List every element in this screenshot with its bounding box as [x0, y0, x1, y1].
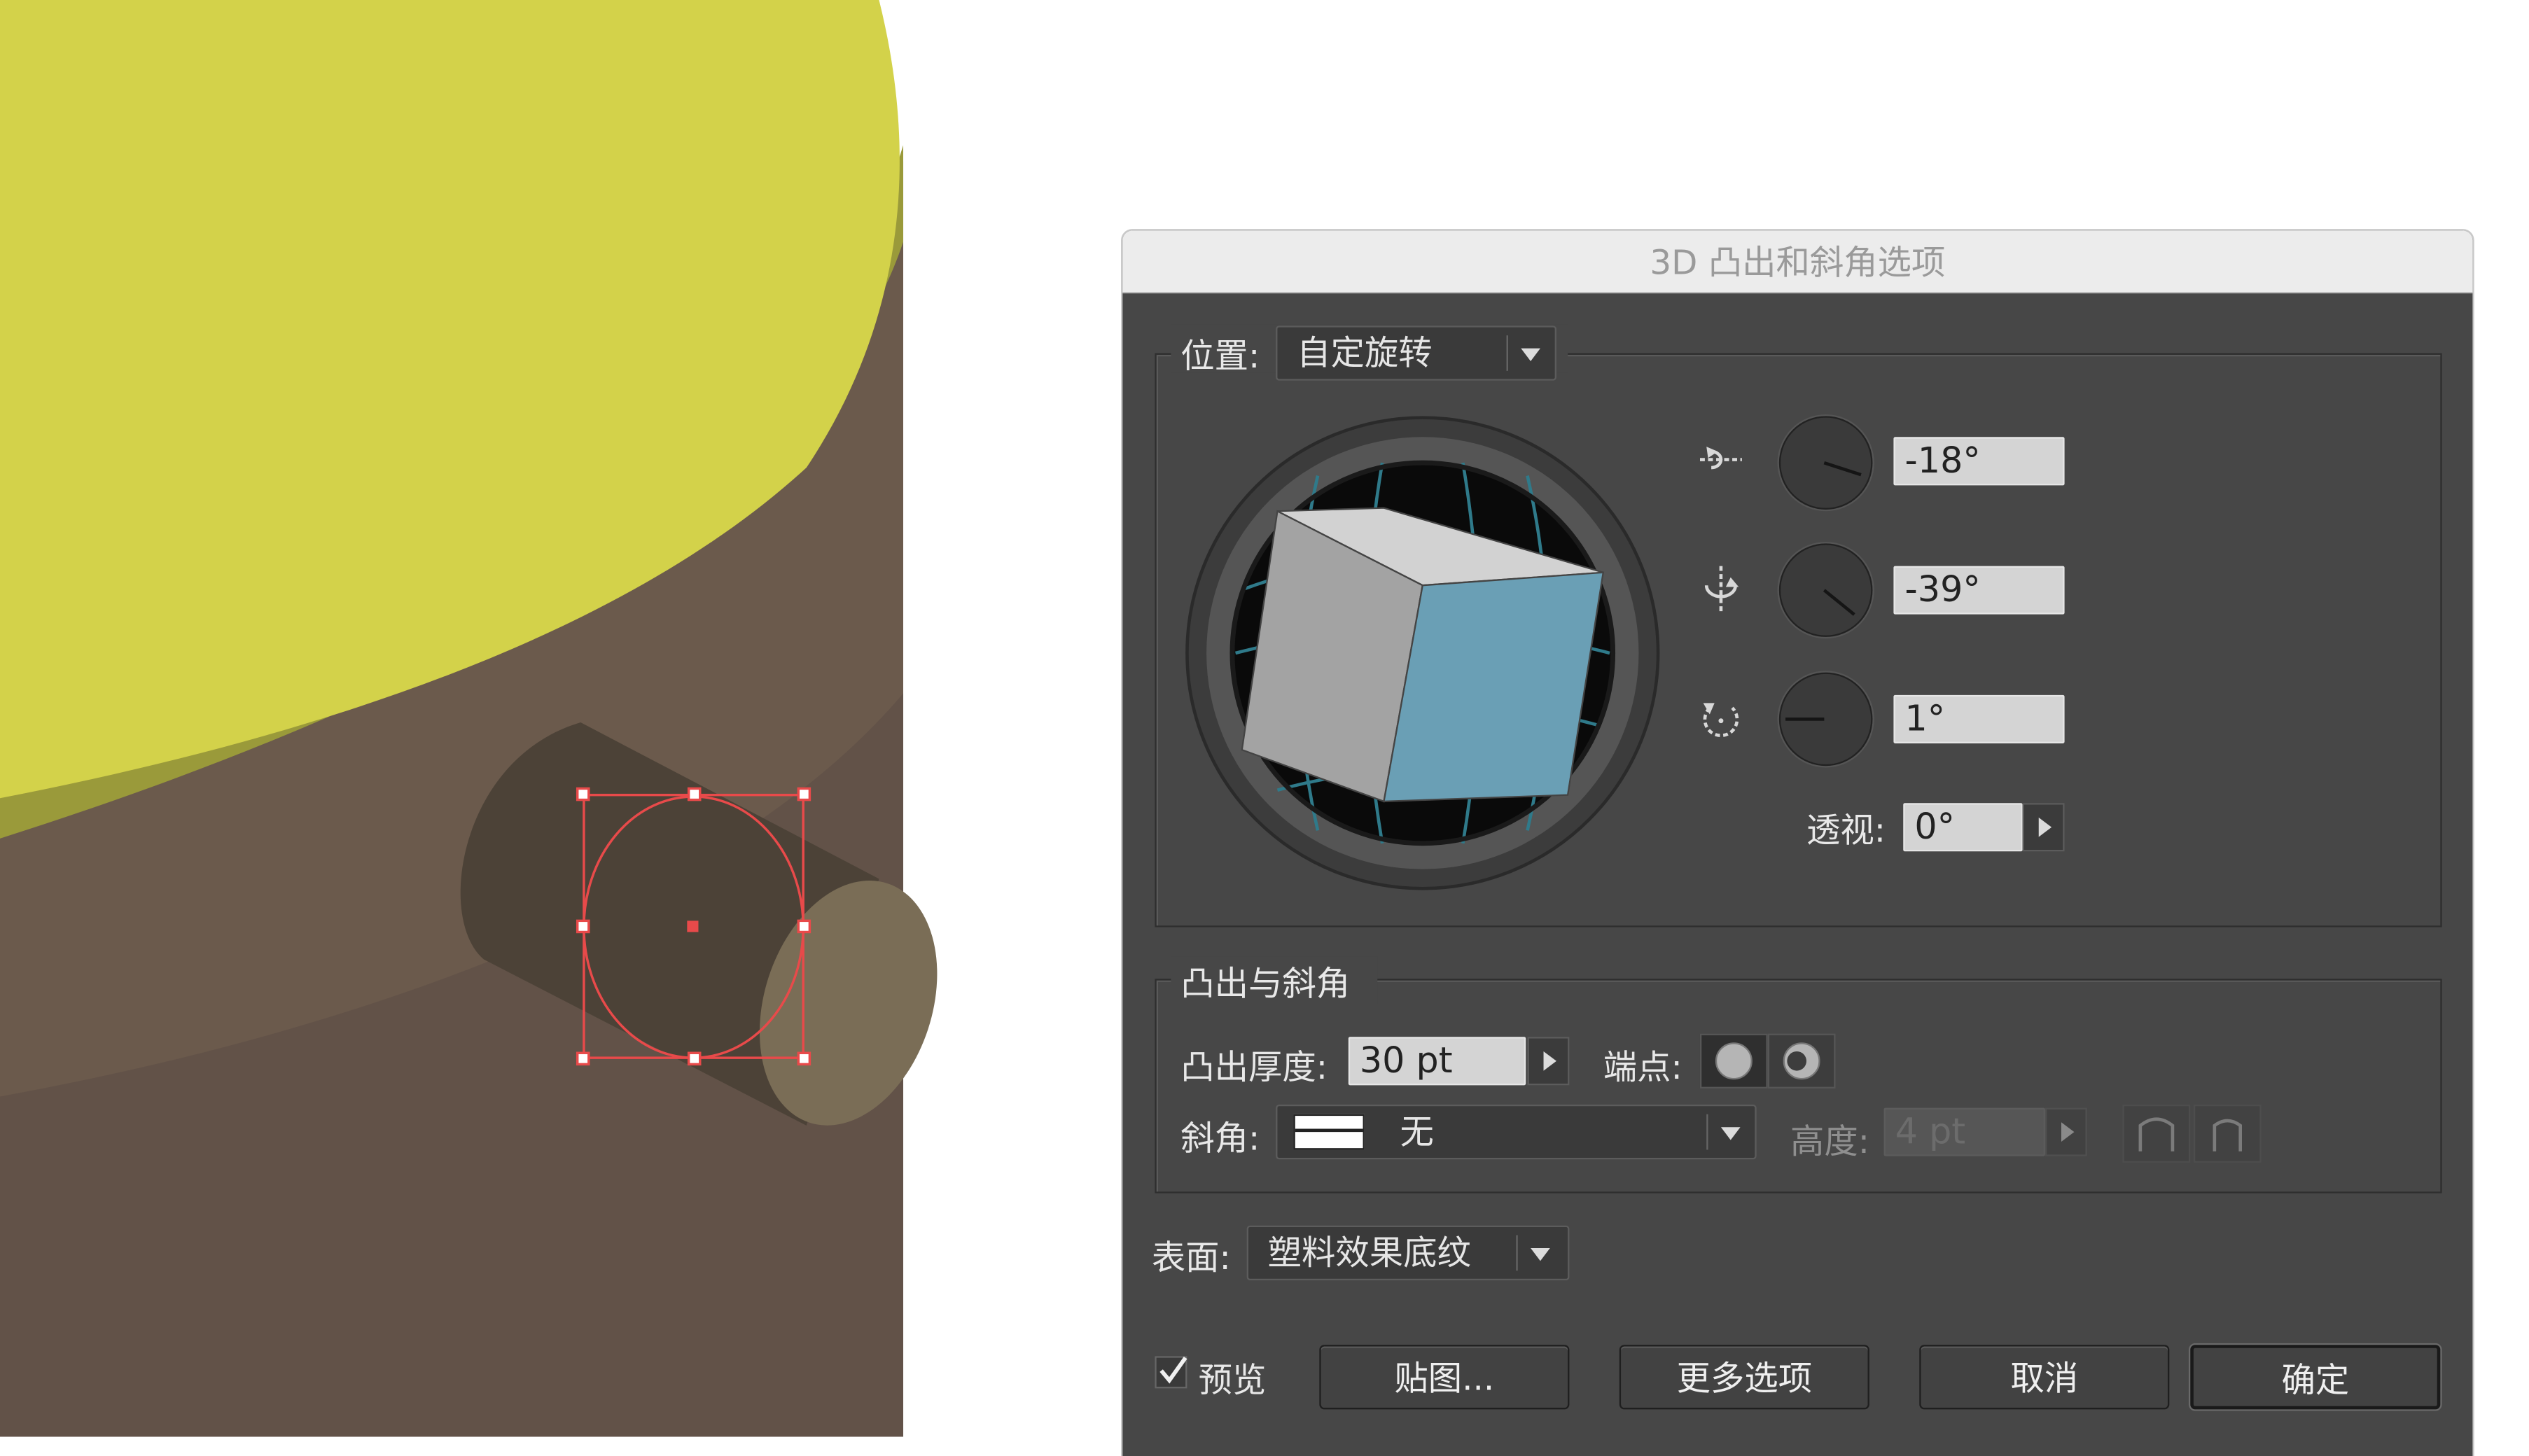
map-art-button[interactable]: 贴图... [1319, 1345, 1570, 1410]
resize-handle[interactable] [687, 787, 702, 802]
perspective-label: 透视: [1806, 811, 1886, 850]
extrude-depth-label: 凸出厚度: [1180, 1048, 1328, 1087]
chevron-down-icon [1720, 1127, 1741, 1140]
ok-button[interactable]: 确定 [2190, 1345, 2441, 1410]
rotation-x-input[interactable]: -18° [1893, 437, 2065, 486]
surface-dropdown[interactable]: 塑料效果底纹 [1246, 1225, 1570, 1281]
cap-off-button[interactable] [1767, 1033, 1836, 1088]
perspective-stepper[interactable] [2022, 803, 2065, 852]
rotate-y-axis-icon [1704, 566, 1739, 615]
preview-label[interactable]: 预览 [1199, 1354, 1267, 1403]
cap-label: 端点: [1603, 1048, 1682, 1087]
resize-handle[interactable] [576, 919, 590, 934]
surface-label: 表面: [1151, 1238, 1231, 1278]
more-options-button[interactable]: 更多选项 [1619, 1345, 1869, 1410]
checkmark-icon [1159, 1356, 1187, 1384]
resize-handle[interactable] [797, 1051, 811, 1066]
rotation-z-input[interactable]: 1° [1893, 694, 2065, 743]
bevel-extent-in-button[interactable] [2193, 1104, 2262, 1163]
bevel-swatch [1293, 1114, 1365, 1150]
bevel-extent-out-button[interactable] [2122, 1104, 2191, 1163]
extrude-depth-input[interactable]: 30 pt [1348, 1037, 1526, 1086]
dialog-title: 3D 凸出和斜角选项 [1122, 230, 2473, 294]
cap-on-icon [1715, 1042, 1753, 1080]
chevron-down-icon [1521, 348, 1540, 362]
rotate-z-axis-icon [1703, 703, 1739, 738]
extrude-depth-stepper[interactable] [1527, 1037, 1570, 1086]
resize-handle[interactable] [576, 787, 590, 802]
bevel-height-input[interactable]: 4 pt [1883, 1107, 2045, 1156]
cap-on-button[interactable] [1699, 1033, 1768, 1088]
rotation-track-cube[interactable] [1180, 411, 1664, 895]
cancel-button[interactable]: 取消 [1919, 1345, 2170, 1410]
resize-handle[interactable] [576, 1051, 590, 1066]
extrude-bevel-dialog: 3D 凸出和斜角选项 位置: 自定旋转 -18° -39° 1° 透视: 0° … [1122, 230, 2473, 1456]
bevel-height-stepper[interactable] [2044, 1107, 2087, 1156]
resize-handle[interactable] [687, 1051, 702, 1066]
bevel-in-icon [2213, 1119, 2243, 1152]
rotation-y-dial[interactable] [1778, 543, 1873, 637]
center-point [687, 920, 699, 932]
resize-handle[interactable] [797, 787, 811, 802]
position-dropdown-value: 自定旋转 [1297, 333, 1433, 373]
rotation-x-dial[interactable] [1778, 416, 1873, 510]
resize-handle[interactable] [797, 919, 811, 934]
bevel-dropdown[interactable]: 无 [1276, 1104, 1757, 1160]
position-dropdown[interactable]: 自定旋转 [1276, 326, 1556, 381]
bevel-out-icon [2138, 1117, 2175, 1152]
perspective-input[interactable]: 0° [1903, 803, 2023, 852]
chevron-down-icon [1531, 1247, 1550, 1261]
rotation-y-input[interactable]: -39° [1893, 566, 2065, 615]
bevel-height-label: 高度: [1790, 1122, 1870, 1161]
rotate-x-axis-icon [1699, 447, 1742, 470]
rotation-z-dial[interactable] [1778, 672, 1873, 766]
cap-off-icon [1783, 1042, 1820, 1080]
extrude-bevel-legend: 凸出与斜角 [1180, 964, 1351, 1003]
preview-checkbox[interactable] [1155, 1356, 1187, 1389]
position-label: 位置: [1180, 337, 1260, 376]
surface-dropdown-value: 塑料效果底纹 [1267, 1233, 1471, 1273]
bevel-label: 斜角: [1180, 1119, 1260, 1158]
bevel-dropdown-value: 无 [1400, 1112, 1434, 1152]
